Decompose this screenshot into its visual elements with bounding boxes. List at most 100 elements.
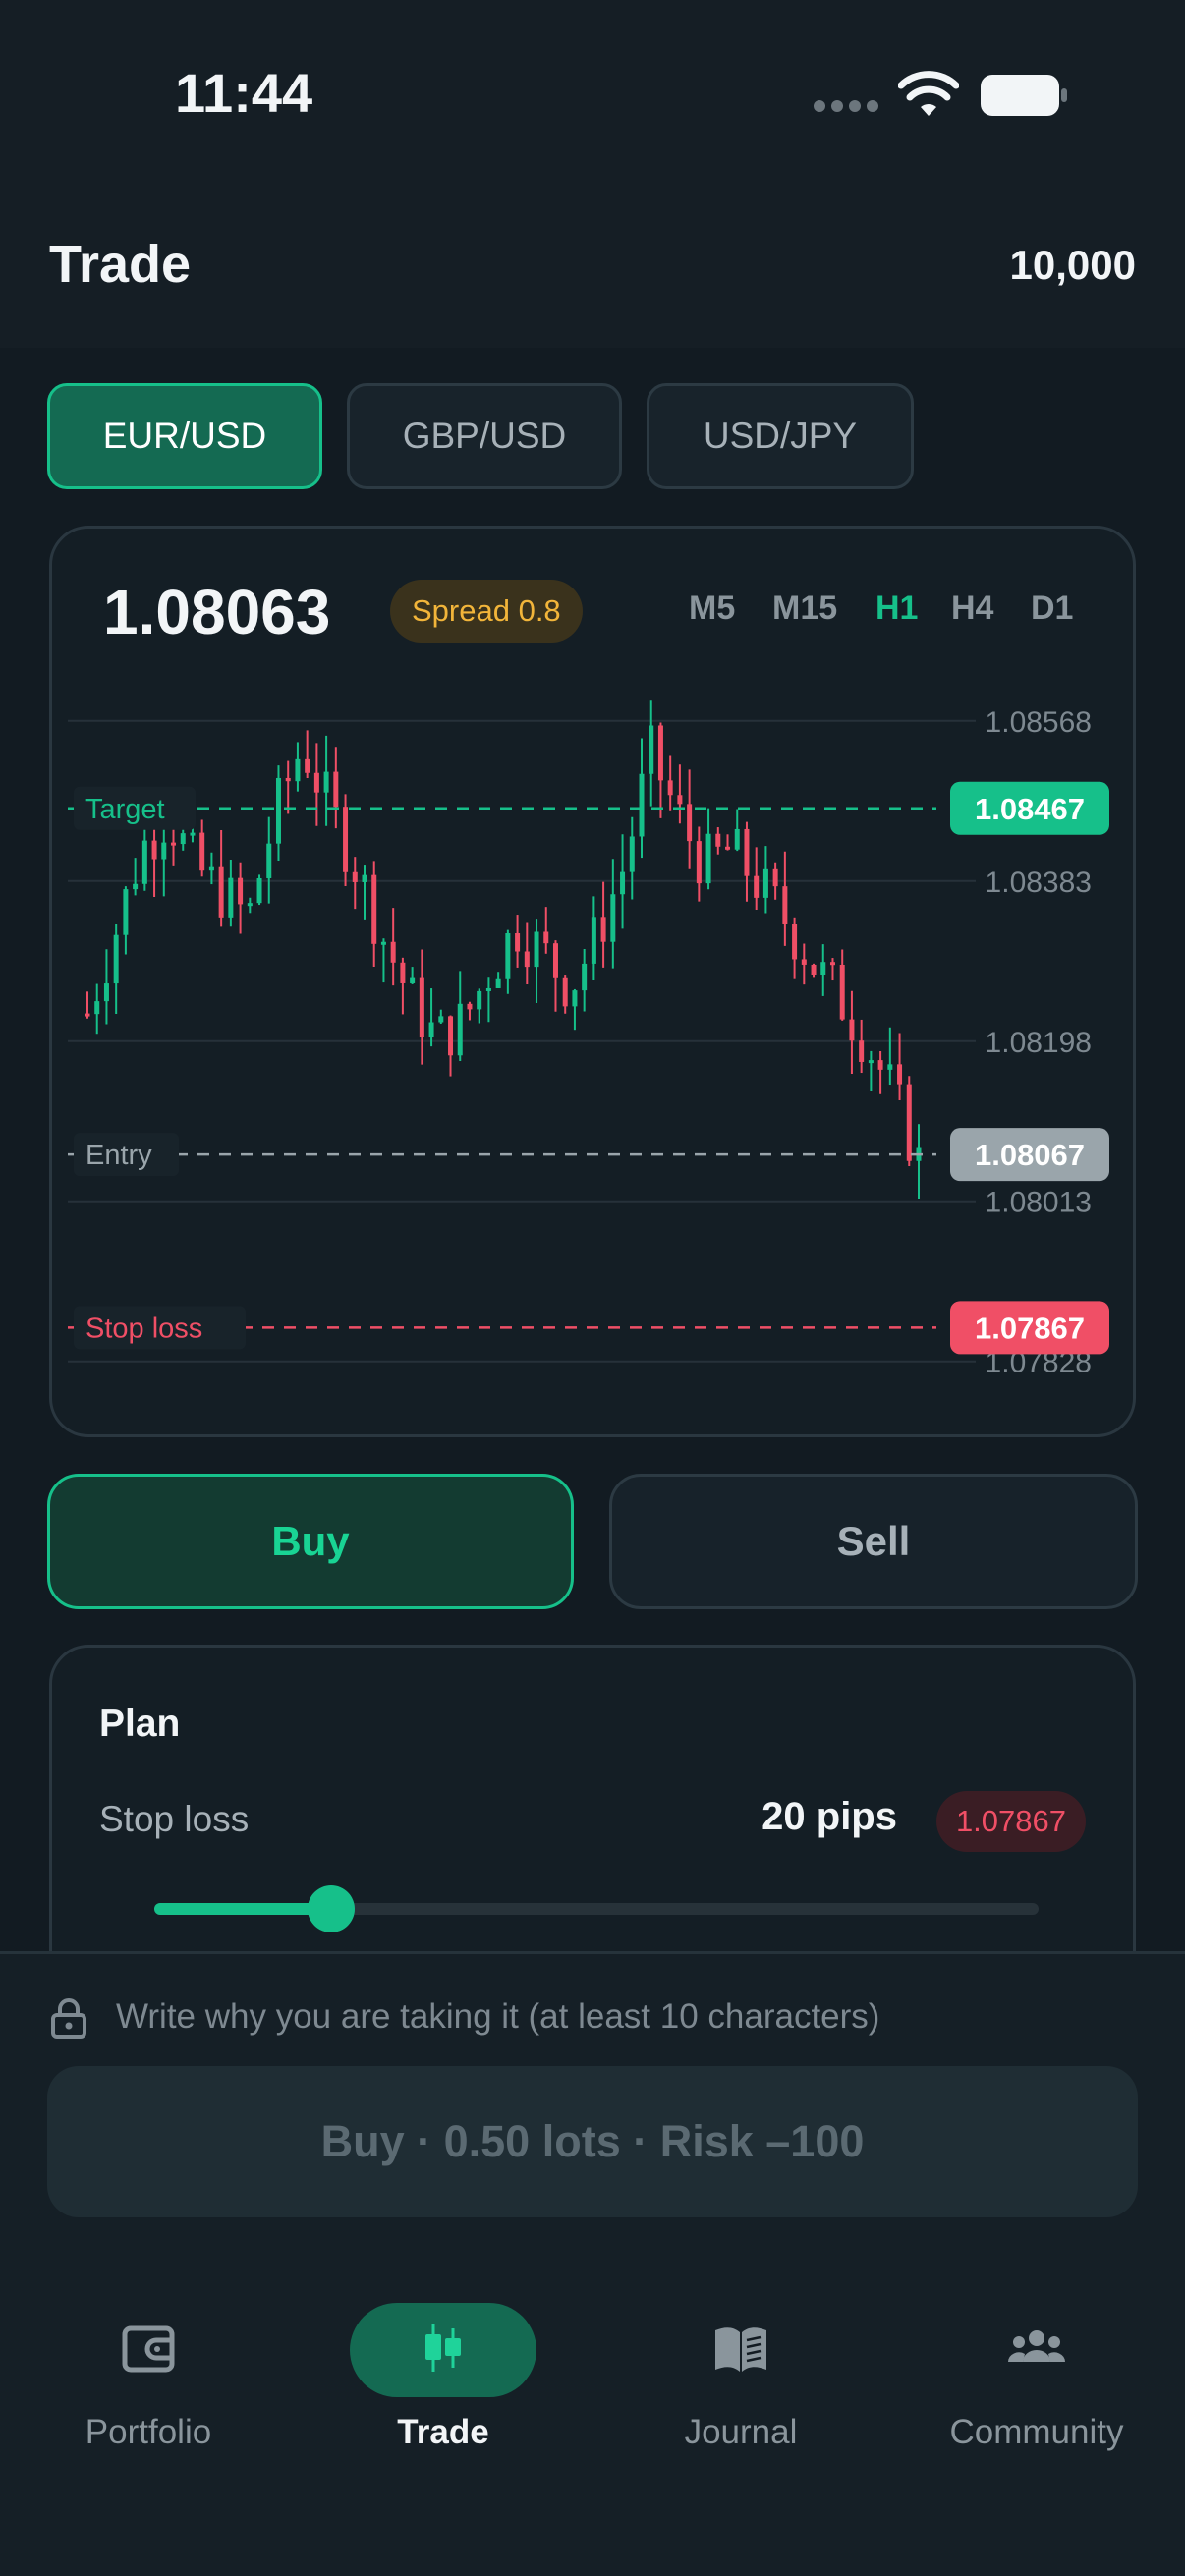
- candle-body: [849, 1019, 855, 1041]
- buy-button[interactable]: Buy: [47, 1474, 574, 1609]
- candle-body: [543, 931, 549, 944]
- candle-body: [687, 804, 693, 842]
- candle-body: [515, 933, 521, 952]
- target-tag-label: Target: [85, 794, 165, 825]
- target-price-label: 1.08467: [975, 792, 1085, 826]
- candle-body: [477, 990, 482, 1010]
- candle-body: [123, 889, 129, 935]
- candle-body: [897, 1064, 903, 1085]
- pair-tab-eurusd[interactable]: EUR/USD: [47, 383, 322, 489]
- lock-icon: [51, 1998, 86, 2039]
- candle-body: [438, 1016, 444, 1023]
- stop-loss-price-label: 1.07867: [975, 1311, 1085, 1345]
- sell-button[interactable]: Sell: [609, 1474, 1138, 1609]
- candle-body: [725, 846, 731, 850]
- entry-tag-label: Entry: [85, 1140, 152, 1171]
- candle-body: [715, 833, 721, 847]
- candle-body: [410, 977, 416, 983]
- stop-loss-tag-label: Stop loss: [85, 1313, 202, 1344]
- candle-body: [505, 933, 511, 979]
- submit-order-button[interactable]: Buy · 0.50 lots · Risk –100: [47, 2066, 1138, 2217]
- y-tick-label: 1.08013: [986, 1187, 1092, 1219]
- candle-body: [313, 772, 319, 793]
- candle-body: [906, 1084, 912, 1161]
- candle-body: [305, 758, 310, 773]
- candle-body: [103, 983, 109, 1002]
- order-sheet: Write why you are taking it (at least 10…: [0, 1951, 1185, 2576]
- candle-body: [582, 963, 588, 991]
- candle-body: [151, 840, 157, 860]
- slider-thumb[interactable]: [308, 1885, 355, 1932]
- candle-body: [428, 1022, 434, 1038]
- candle-body: [467, 1003, 473, 1010]
- candle-body: [887, 1064, 893, 1070]
- candle-body: [390, 941, 396, 963]
- candle-body: [696, 841, 702, 884]
- candle-body: [620, 871, 626, 895]
- candle-body: [859, 1040, 865, 1062]
- candle-body: [610, 894, 616, 942]
- wifi-icon: [898, 71, 959, 116]
- slider-fill: [154, 1903, 331, 1915]
- candle-body: [457, 1003, 463, 1056]
- stop-loss-slider[interactable]: [154, 1885, 1039, 1932]
- candle-body: [113, 934, 119, 984]
- nav-label-trade: Trade: [397, 2413, 489, 2451]
- plan-title: Plan: [99, 1703, 181, 1745]
- price-chart[interactable]: 1.085681.083831.081981.080131.07828 Targ…: [52, 529, 1133, 1434]
- candle-body: [782, 886, 788, 924]
- trade-reason-input[interactable]: Write why you are taking it (at least 10…: [116, 1997, 879, 2037]
- candle-body: [85, 1013, 90, 1017]
- nav-journal[interactable]: Journal: [613, 2295, 869, 2472]
- candle-body: [94, 1001, 100, 1015]
- candle-body: [705, 833, 711, 884]
- candle-body: [811, 964, 817, 975]
- candle-body: [285, 777, 291, 782]
- candle-body: [199, 832, 205, 871]
- candle-body: [792, 924, 798, 960]
- battery-icon: [981, 75, 1067, 116]
- candlestick-icon: [425, 2324, 461, 2372]
- candle-body: [820, 962, 826, 975]
- candle-body: [352, 871, 358, 882]
- candle-body: [754, 875, 760, 898]
- candle-body: [772, 868, 778, 887]
- book-icon: [715, 2327, 766, 2372]
- candle-body: [744, 828, 750, 876]
- candle-body: [762, 868, 768, 898]
- nav-label-portfolio: Portfolio: [85, 2413, 212, 2451]
- candle-body: [600, 917, 606, 942]
- candle-body: [133, 883, 139, 890]
- candle-body: [667, 780, 673, 796]
- people-icon: [1008, 2330, 1065, 2362]
- account-balance: 10,000: [1009, 242, 1136, 288]
- candle-body: [238, 877, 244, 905]
- stop-loss-pips: 20 pips: [762, 1795, 897, 1838]
- candle-body: [371, 874, 377, 944]
- plan-card: Plan Stop loss 20 pips 1.07867: [49, 1645, 1136, 1998]
- candle-body: [208, 866, 214, 871]
- pair-tab-usdjpy[interactable]: USD/JPY: [647, 383, 914, 489]
- candle-body: [180, 833, 186, 845]
- nav-trade[interactable]: Trade: [315, 2295, 571, 2472]
- candle-body: [141, 840, 147, 884]
- candle-body: [419, 977, 424, 1038]
- page-title: Trade: [49, 235, 192, 294]
- candle-body: [649, 725, 654, 774]
- candle-body: [228, 877, 234, 918]
- candle-body: [266, 843, 272, 878]
- candle-body: [839, 964, 845, 1020]
- status-time: 11:44: [175, 62, 313, 124]
- candle-body: [801, 959, 807, 965]
- candle-body: [591, 917, 596, 964]
- candle-body: [161, 842, 167, 860]
- candle-body: [485, 987, 491, 991]
- pair-tab-gbpusd[interactable]: GBP/USD: [347, 383, 622, 489]
- nav-community[interactable]: Community: [909, 2295, 1164, 2472]
- y-tick-label: 1.08568: [986, 706, 1092, 739]
- candle-body: [629, 836, 635, 872]
- nav-portfolio[interactable]: Portfolio: [21, 2295, 276, 2472]
- candle-body: [275, 777, 281, 844]
- candle-body: [639, 773, 645, 837]
- candle-body: [171, 842, 177, 846]
